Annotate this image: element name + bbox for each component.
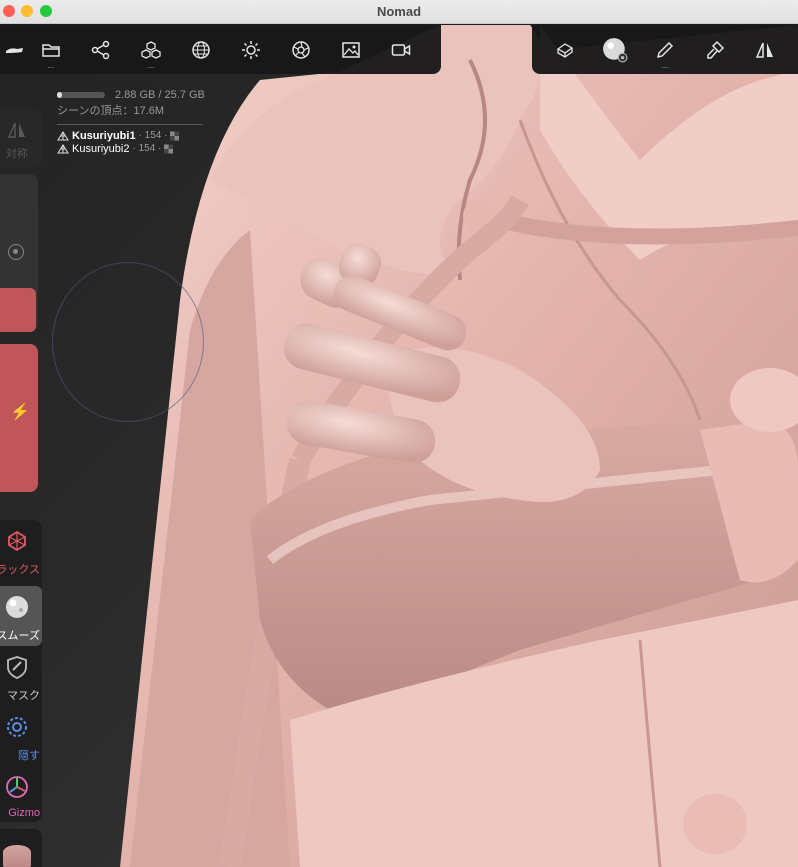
tool-label: 隠す	[18, 750, 40, 762]
radius-slider[interactable]	[0, 174, 38, 332]
eraser-tool-icon	[556, 42, 574, 58]
nomad-logo-icon	[6, 47, 23, 53]
scene-graph-icon	[91, 40, 110, 59]
object-face-count: · 154 ·	[132, 143, 162, 154]
topology-button[interactable]	[176, 25, 226, 74]
symmetry-panel[interactable]: 対称	[0, 109, 42, 167]
more-indicator: ...	[661, 61, 669, 70]
object-list-item[interactable]: Kusuriyubi2 · 154 ·	[57, 142, 205, 155]
tool-relax[interactable]: ラックス	[0, 520, 42, 580]
eraser-tool-button[interactable]	[540, 25, 590, 74]
hide-icon	[7, 717, 27, 737]
background-button[interactable]	[326, 25, 376, 74]
tool-settings-toolbar: ...	[532, 25, 798, 74]
symmetry-icon	[8, 122, 25, 138]
nomad-window: Nomad ... ... ... 2.88 GB / 25.7 GB シーンの…	[0, 0, 798, 867]
relax-icon	[8, 530, 26, 552]
material-swatch-icon	[3, 845, 31, 867]
radius-slider-fill	[0, 288, 36, 332]
memory-bar	[57, 92, 105, 98]
tool-label: スムーズ	[0, 630, 40, 642]
lighting-button[interactable]	[226, 25, 276, 74]
main-toolbar: ... ...	[0, 25, 441, 74]
object-name: Kusuriyubi2	[72, 142, 130, 155]
more-indicator: ...	[47, 61, 55, 70]
brush-radius-cursor	[52, 262, 204, 422]
object-list-item[interactable]: Kusuriyubi1 · 154 ·	[57, 129, 205, 142]
mesh-icon	[57, 143, 69, 153]
nomad-logo-button[interactable]	[4, 25, 26, 74]
symmetry-icon	[755, 42, 773, 58]
topology-sphere-icon	[192, 40, 210, 59]
brush-pen-button[interactable]: ...	[640, 25, 690, 74]
smooth-icon	[6, 596, 28, 618]
lightning-bolt-icon: ⚡	[10, 404, 30, 421]
radius-knob-icon[interactable]	[8, 244, 24, 260]
symmetry-label: 対称	[6, 148, 28, 160]
tool-hide[interactable]: 隠す	[0, 706, 42, 766]
mask-icon	[7, 656, 27, 679]
more-indicator: ...	[147, 61, 155, 70]
material-preview-button[interactable]	[0, 829, 42, 867]
tool-palette: ラックス スムーズ マスク 隠す Gizmo	[0, 520, 42, 822]
scene-button[interactable]	[76, 25, 126, 74]
files-button[interactable]: ...	[26, 25, 76, 74]
material-icon	[292, 40, 310, 59]
paint-brush-icon	[707, 40, 725, 59]
divider	[57, 124, 203, 125]
tool-label: マスク	[7, 690, 40, 702]
background-image-icon	[342, 41, 360, 58]
gizmo-icon	[6, 776, 28, 798]
smooth-brush-settings-icon	[603, 37, 628, 62]
tool-gizmo[interactable]: Gizmo	[0, 766, 42, 826]
tool-label: Gizmo	[8, 807, 40, 819]
tool-mask[interactable]: マスク	[0, 646, 42, 706]
memory-text: 2.88 GB / 25.7 GB	[115, 89, 205, 101]
memory-bar-fill	[57, 92, 63, 98]
object-name: Kusuriyubi1	[72, 129, 136, 142]
intensity-slider[interactable]: ⚡	[0, 344, 38, 492]
mesh-icon	[57, 130, 69, 140]
tool-smooth[interactable]: スムーズ	[0, 586, 42, 646]
smooth-brush-settings-button[interactable]	[590, 25, 640, 74]
vertex-count: シーンの頂点：17.6M	[57, 105, 165, 117]
object-face-count: · 154 ·	[138, 130, 168, 141]
memory-usage: 2.88 GB / 25.7 GB	[57, 89, 205, 101]
primitives-button[interactable]: ...	[126, 25, 176, 74]
checker-material-icon	[170, 131, 180, 140]
folder-icon	[42, 43, 60, 57]
scene-stats: 2.88 GB / 25.7 GB シーンの頂点：17.6M Kusuriyub…	[57, 89, 205, 155]
tool-label: ラックス	[0, 564, 40, 576]
paint-brush-button[interactable]	[690, 25, 740, 74]
checker-material-icon	[164, 144, 174, 153]
camera-button[interactable]	[376, 25, 426, 74]
title-bar: Nomad	[0, 0, 798, 24]
brush-sliders: ⚡	[0, 174, 40, 492]
primitives-icon	[141, 40, 161, 59]
material-button[interactable]	[276, 25, 326, 74]
camera-icon	[391, 43, 411, 56]
brush-pen-icon	[656, 41, 674, 58]
symmetry-toggle-button[interactable]	[740, 25, 790, 74]
light-icon	[242, 40, 260, 59]
window-title: Nomad	[376, 4, 422, 19]
